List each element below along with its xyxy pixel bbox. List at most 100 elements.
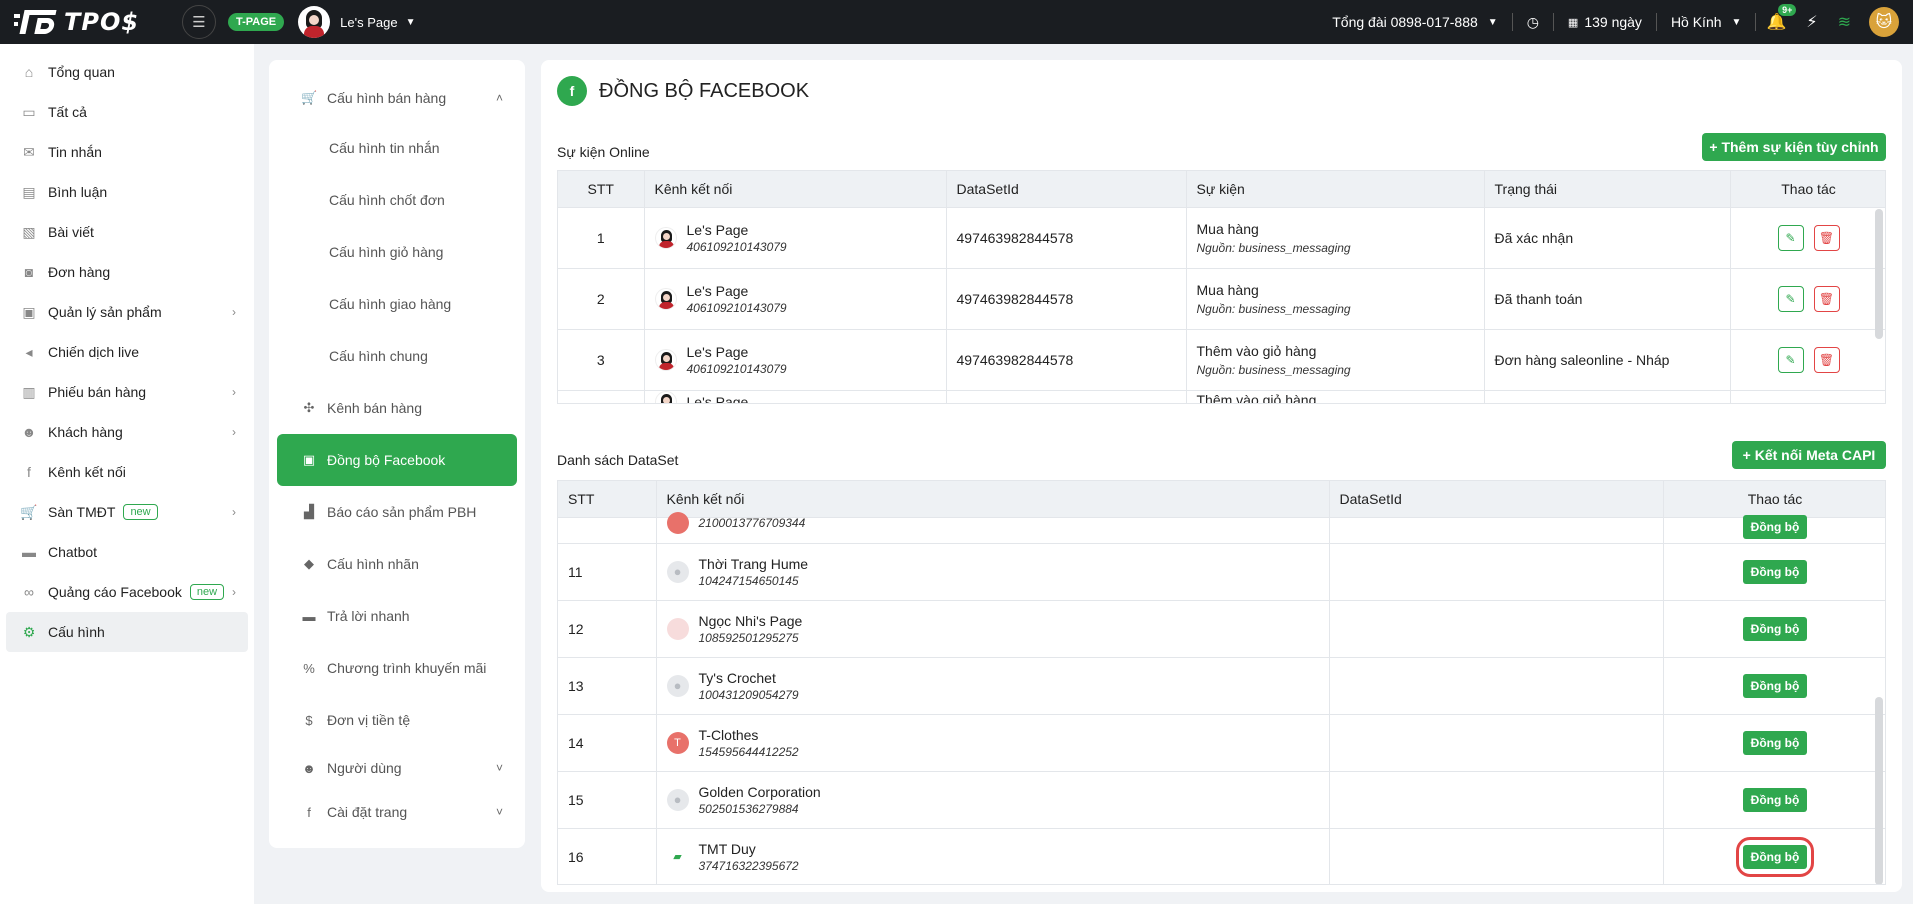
config-sub-shipping[interactable]: Cấu hình giao hàng bbox=[277, 278, 517, 330]
config-item-users[interactable]: ☻ Người dùng ˅ bbox=[277, 746, 517, 790]
chevron-down-icon: ˅ bbox=[495, 805, 503, 819]
channel-avatar bbox=[666, 617, 689, 640]
nav-item-orders[interactable]: ◙ Đơn hàng bbox=[6, 252, 248, 292]
nav-item-customers[interactable]: ☻ Khách hàng › bbox=[6, 412, 248, 452]
sync-button[interactable]: Đồng bộ bbox=[1742, 514, 1808, 539]
nav-item-chatbot[interactable]: ▬ Chatbot bbox=[6, 532, 248, 572]
channel-avatar: T bbox=[666, 731, 689, 754]
nav-label: Sàn TMĐT bbox=[48, 504, 116, 520]
new-badge: new bbox=[189, 584, 225, 600]
delete-icon[interactable]: 🗑 bbox=[1813, 346, 1840, 373]
facebook-icon: ▣ bbox=[302, 452, 316, 467]
nav-item-posts[interactable]: ▧ Bài viết bbox=[6, 212, 248, 252]
event-name: Mua hàng bbox=[1196, 220, 1259, 237]
nav-item-ecommerce[interactable]: 🛒 Sàn TMĐT new › bbox=[6, 492, 248, 532]
actions-cell: Đồng bộ bbox=[1663, 514, 1885, 543]
config-sub-messages[interactable]: Cấu hình tin nhắn bbox=[277, 122, 517, 174]
edit-icon[interactable]: ✎ bbox=[1777, 285, 1804, 312]
users-icon: ☻ bbox=[302, 760, 316, 776]
sync-button[interactable]: Đồng bộ bbox=[1742, 787, 1808, 812]
home-icon: ⌂ bbox=[24, 64, 34, 80]
config-label: Trả lời nhanh bbox=[327, 608, 410, 624]
chevron-right-icon: › bbox=[232, 425, 236, 439]
new-badge: new bbox=[123, 504, 158, 520]
facebook-icon: f bbox=[307, 804, 311, 820]
online-events-title: Sự kiện Online bbox=[557, 144, 650, 160]
column-header: Sự kiện bbox=[1186, 171, 1485, 207]
channel-cell: Ngọc Nhi's Page 108592501295275 bbox=[656, 599, 1330, 657]
logo-mark-icon bbox=[14, 8, 58, 36]
config-item-quick-reply[interactable]: ▬ Trả lời nhanh bbox=[277, 590, 517, 642]
config-sub-cart[interactable]: Cấu hình giỏ hàng bbox=[277, 226, 517, 278]
stt-cell bbox=[558, 389, 645, 403]
actions-cell: Đồng bộ bbox=[1663, 656, 1885, 714]
page-selector[interactable]: Le's Page ▼ bbox=[298, 6, 415, 38]
column-header: Trạng thái bbox=[1484, 171, 1731, 207]
nav-item-products[interactable]: ▣ Quản lý sản phẩm › bbox=[6, 292, 248, 332]
config-item-currency[interactable]: $ Đơn vị tiền tệ bbox=[277, 694, 517, 746]
user-avatar[interactable]: 🐱 bbox=[1869, 7, 1899, 37]
sync-button[interactable]: Đồng bộ bbox=[1742, 673, 1808, 698]
config-item-page-settings[interactable]: f Cài đặt trang ˅ bbox=[277, 790, 517, 834]
nav-item-live-campaign[interactable]: ◂ Chiến dịch live bbox=[6, 332, 248, 372]
notification-bell-icon[interactable]: 🔔 9+ bbox=[1756, 4, 1797, 32]
nav-item-overview[interactable]: ⌂ Tổng quan bbox=[6, 52, 248, 92]
tpos-logo[interactable]: TPO$ bbox=[14, 8, 164, 36]
table-row: 2100013776709344 Đồng bộ bbox=[558, 512, 1885, 543]
subscription-days[interactable]: ▦ 139 ngày bbox=[1554, 13, 1657, 31]
edit-icon[interactable]: ✎ bbox=[1777, 346, 1804, 373]
nav-item-settings[interactable]: ⚙ Cấu hình bbox=[6, 612, 248, 652]
tpage-badge[interactable]: T-PAGE bbox=[228, 13, 285, 31]
config-group-sales[interactable]: 🛒 Cấu hình bán hàng ˄ bbox=[277, 74, 517, 122]
config-item-promotions[interactable]: % Chương trình khuyến mãi bbox=[277, 642, 517, 694]
config-item-sales-channel[interactable]: ✣ Kênh bán hàng bbox=[277, 382, 517, 434]
nav-label: Chatbot bbox=[48, 544, 98, 560]
dataset-table-scrollbar[interactable] bbox=[1875, 697, 1883, 884]
dataset-id-cell: 497463982844578 bbox=[946, 267, 1187, 329]
wifi-icon[interactable]: ≋ bbox=[1828, 12, 1861, 32]
nav-item-facebook-ads[interactable]: ∞ Quảng cáo Facebook new › bbox=[6, 572, 248, 612]
channel-id: 108592501295275 bbox=[698, 630, 799, 645]
online-table-scrollbar[interactable] bbox=[1875, 209, 1883, 339]
dataset-id-cell bbox=[946, 389, 1187, 403]
connect-meta-capi-button[interactable]: + Kết nối Meta CAPI bbox=[1732, 441, 1886, 469]
nav-item-comments[interactable]: ▤ Bình luận bbox=[6, 172, 248, 212]
edit-icon[interactable]: ✎ bbox=[1777, 224, 1804, 251]
add-custom-event-button[interactable]: + Thêm sự kiện tùy chỉnh bbox=[1702, 133, 1886, 161]
user-name: Hồ Kính bbox=[1670, 14, 1722, 30]
delete-icon[interactable]: 🗑 bbox=[1813, 285, 1840, 312]
status-cell: Đơn hàng saleonline - Nháp bbox=[1484, 328, 1731, 390]
channel-cell: T T-Clothes 154595644412252 bbox=[656, 713, 1330, 771]
table-row: Le's Page Thêm vào giỏ hàng bbox=[558, 389, 1885, 403]
hotline[interactable]: Tổng đài 0898-017-888 ▼ bbox=[1318, 13, 1513, 31]
sync-button[interactable]: Đồng bộ bbox=[1742, 844, 1808, 869]
nav-item-sales-receipt[interactable]: ▥ Phiếu bán hàng › bbox=[6, 372, 248, 412]
config-item-tags[interactable]: ◆ Cấu hình nhãn bbox=[277, 538, 517, 590]
cart-icon: 🛒 bbox=[301, 90, 318, 105]
nav-item-messages[interactable]: ✉ Tin nhắn bbox=[6, 132, 248, 172]
menu-toggle-icon[interactable]: ☰ bbox=[182, 5, 216, 39]
config-item-facebook-sync[interactable]: ▣ Đồng bộ Facebook bbox=[277, 434, 517, 486]
config-sub-order-close[interactable]: Cấu hình chốt đơn bbox=[277, 174, 517, 226]
table-header-row: STT Kênh kết nối DataSetId Sự kiện Trạng… bbox=[558, 171, 1885, 207]
nav-item-channels[interactable]: f Kênh kết nối bbox=[6, 452, 248, 492]
sync-button[interactable]: Đồng bộ bbox=[1742, 730, 1808, 755]
delete-icon[interactable]: 🗑 bbox=[1813, 224, 1840, 251]
actions-cell: Đồng bộ bbox=[1663, 599, 1885, 657]
sync-button[interactable]: Đồng bộ bbox=[1742, 616, 1808, 641]
nav-item-all[interactable]: ▭ Tất cả bbox=[6, 92, 248, 132]
actions-cell: Đồng bộ bbox=[1663, 542, 1885, 600]
user-menu[interactable]: Hồ Kính ▼ bbox=[1657, 13, 1757, 31]
sync-button[interactable]: Đồng bộ bbox=[1742, 559, 1808, 584]
table-row: 11 ● Thời Trang Hume 104247154650145 Đồn… bbox=[558, 542, 1885, 600]
dataset-id-cell: 497463982844578 bbox=[946, 206, 1187, 268]
config-item-product-report[interactable]: ▟ Báo cáo sản phẩm PBH bbox=[277, 486, 517, 538]
channel-cell: ● Golden Corporation 502501536279884 bbox=[656, 770, 1330, 828]
lightning-icon[interactable]: ⚡ bbox=[1796, 12, 1827, 32]
config-sub-general[interactable]: Cấu hình chung bbox=[277, 330, 517, 382]
channel-cell: Le's Page 406109210143079 bbox=[644, 267, 947, 329]
nav-label: Bài viết bbox=[48, 224, 94, 240]
history-button[interactable]: ◷ bbox=[1513, 13, 1554, 31]
stt-cell bbox=[558, 516, 657, 543]
chevron-right-icon: › bbox=[232, 505, 236, 519]
